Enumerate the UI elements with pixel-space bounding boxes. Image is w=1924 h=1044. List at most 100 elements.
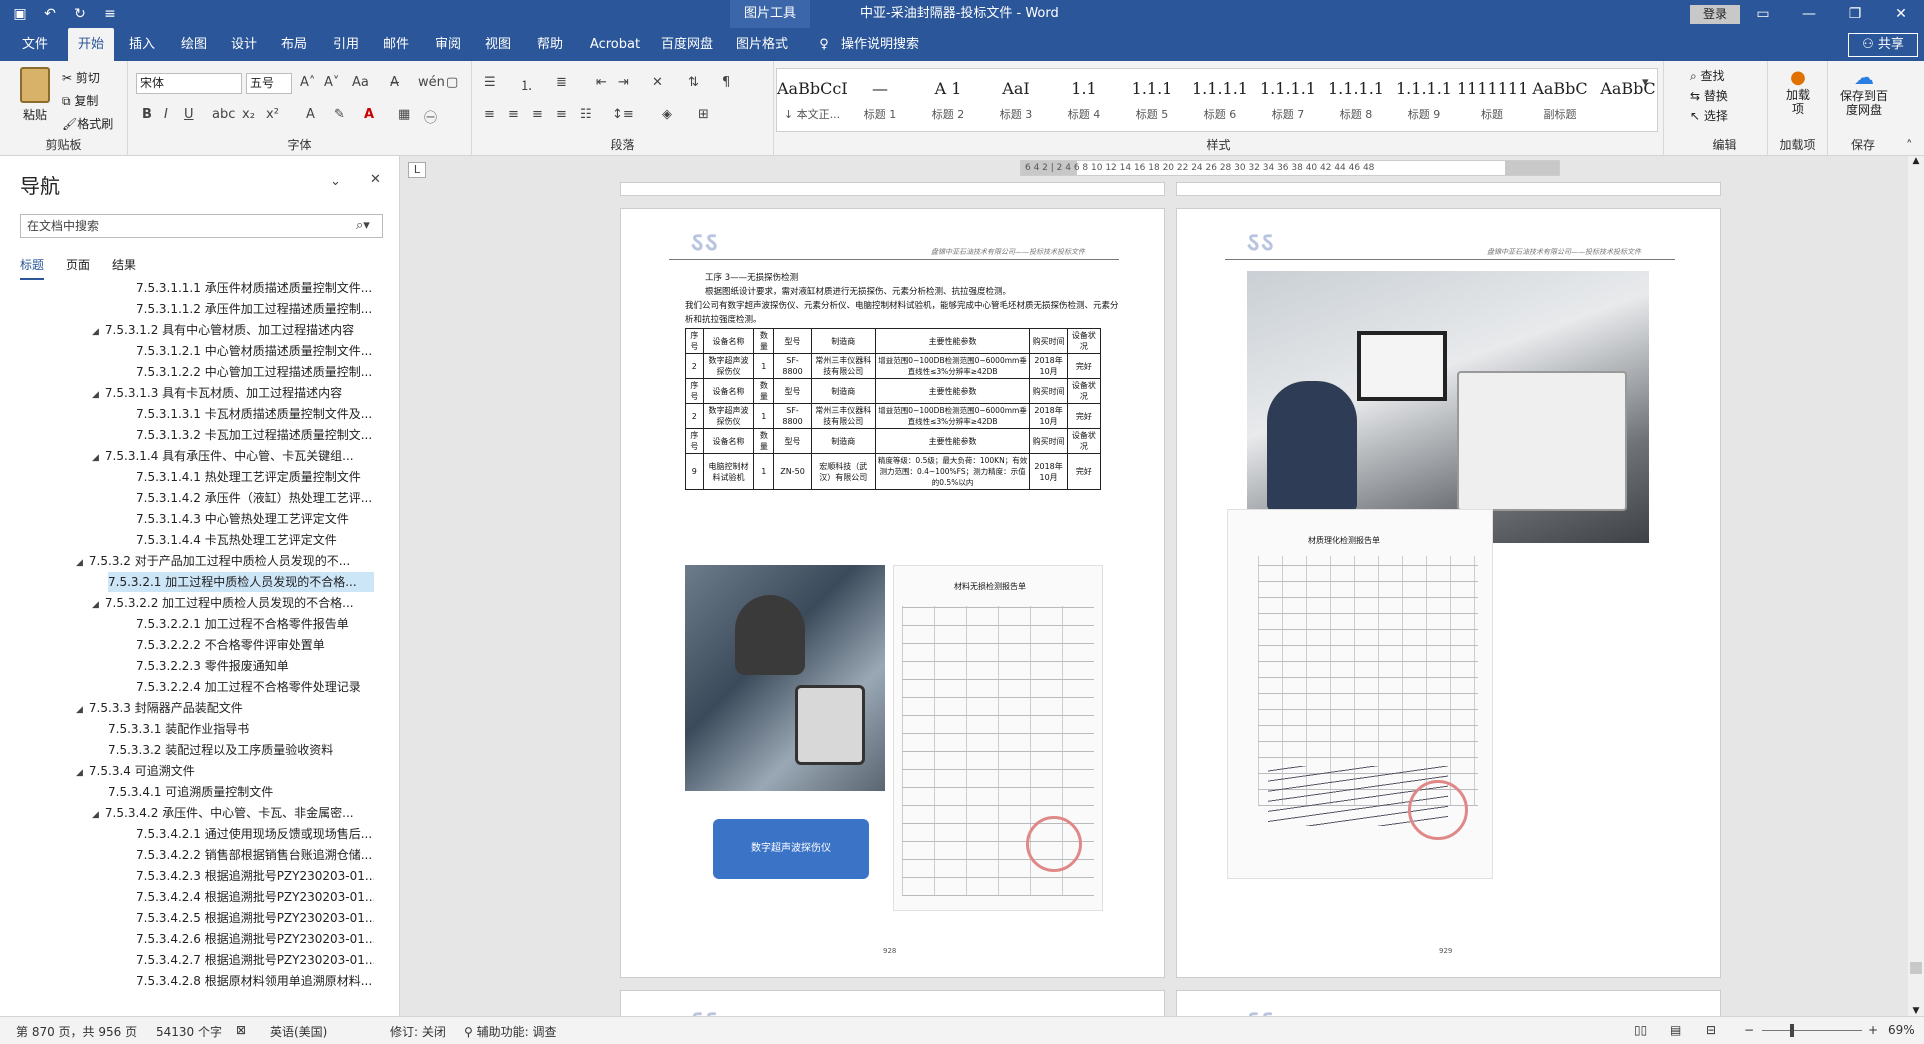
read-mode-icon[interactable]: ▯▯: [1634, 1023, 1647, 1037]
nav-tab-headings[interactable]: 标题: [20, 256, 45, 280]
superscript-icon[interactable]: x²: [266, 107, 279, 122]
select-button[interactable]: ↖ 选择: [1690, 107, 1728, 124]
nav-heading-item[interactable]: ◢ 7.5.3.3 封隔器产品装配文件: [76, 698, 374, 718]
style-item[interactable]: AaBbC: [1593, 69, 1663, 131]
nav-search-input[interactable]: 在文档中搜索: [20, 214, 383, 238]
nav-heading-item[interactable]: 7.5.3.2.2.3 零件报废通知单: [136, 656, 374, 676]
tab-insert[interactable]: 插入: [120, 28, 164, 61]
nav-heading-item[interactable]: 7.5.3.4.2.7 根据追溯批号PZY230203-01...: [136, 950, 374, 970]
tab-mailings[interactable]: 邮件: [374, 28, 418, 61]
underline-icon[interactable]: U: [184, 107, 194, 122]
save-baidu-button[interactable]: ☁ 保存到百度网盘: [1832, 65, 1896, 117]
nav-heading-item[interactable]: ◢ 7.5.3.4 可追溯文件: [76, 761, 374, 781]
font-name-select[interactable]: 宋体: [136, 73, 242, 94]
nav-heading-item[interactable]: 7.5.3.1.1.2 承压件加工过程描述质量控制...: [136, 299, 374, 319]
show-marks-icon[interactable]: ¶: [722, 75, 730, 90]
tab-home[interactable]: 开始: [68, 28, 114, 61]
highlight-icon[interactable]: ✎: [334, 107, 345, 122]
nav-heading-item[interactable]: 7.5.3.2.1 加工过程中质检人员发现的不合格...: [108, 572, 374, 592]
nav-heading-item[interactable]: 7.5.3.4.2.3 根据追溯批号PZY230203-01...: [136, 866, 374, 886]
collapse-ribbon-icon[interactable]: ˄: [1906, 139, 1913, 154]
nav-heading-item[interactable]: 7.5.3.4.1 可追溯质量控制文件: [108, 782, 374, 802]
increase-indent-icon[interactable]: ⇥: [618, 75, 629, 90]
page-929[interactable]: ऽऽ 盘锦中亚石油技术有限公司——投标技术投标文件 材质理化检测报告单 929: [1176, 208, 1721, 978]
search-icon[interactable]: ⌕▾: [356, 218, 370, 233]
enclosed-char-icon[interactable]: ㊀: [424, 107, 437, 126]
login-button[interactable]: 登录: [1690, 5, 1740, 24]
nav-heading-item[interactable]: ◢ 7.5.3.1.2 具有中心管材质、加工过程描述内容: [92, 320, 374, 340]
nav-heading-item[interactable]: ◢ 7.5.3.2.2 加工过程中质检人员发现的不合格...: [92, 593, 374, 613]
align-left-icon[interactable]: ≡: [484, 107, 495, 122]
multilevel-list-icon[interactable]: ≣: [556, 75, 567, 90]
proofing-icon[interactable]: ⊠: [236, 1023, 246, 1037]
style-item[interactable]: 1111111 标题: [1457, 69, 1527, 131]
tab-acrobat[interactable]: Acrobat: [582, 28, 648, 61]
bold-icon[interactable]: B: [142, 107, 152, 122]
tell-me-search[interactable]: 操作说明搜索: [838, 28, 922, 61]
print-layout-icon[interactable]: ▤: [1670, 1023, 1681, 1037]
collapse-triangle-icon[interactable]: ◢: [92, 327, 99, 337]
nav-heading-item[interactable]: 7.5.3.1.4.4 卡瓦热处理工艺评定文件: [136, 530, 374, 550]
nav-heading-item[interactable]: 7.5.3.4.2.2 销售部根据销售台账追溯仓储...: [136, 845, 374, 865]
line-spacing-icon[interactable]: ↕≡: [612, 107, 634, 122]
nav-heading-item[interactable]: 7.5.3.3.2 装配过程以及工序质量验收资料: [108, 740, 374, 760]
subscript-icon[interactable]: x₂: [242, 107, 255, 122]
nav-heading-item[interactable]: 7.5.3.4.2.8 根据原材料领用单追溯原材料...: [136, 971, 374, 991]
nav-tab-pages[interactable]: 页面: [66, 256, 90, 280]
ndt-report-scan[interactable]: 材料无损检测报告单: [893, 565, 1103, 911]
style-item[interactable]: AaBbC 副标题: [1525, 69, 1595, 131]
phonetic-guide-icon[interactable]: wén: [418, 75, 445, 90]
style-item[interactable]: 1.1.1.1 标题 9: [1389, 69, 1459, 131]
nav-heading-item[interactable]: ◢ 7.5.3.1.3 具有卡瓦材质、加工过程描述内容: [92, 383, 374, 403]
horizontal-ruler[interactable]: 6 4 2 | 2 4 6 8 10 12 14 16 18 20 22 24 …: [1020, 160, 1560, 176]
style-item[interactable]: 1.1.1.1 标题 8: [1321, 69, 1391, 131]
language[interactable]: 英语(美国): [270, 1023, 327, 1040]
style-item[interactable]: 1.1 标题 4: [1049, 69, 1119, 131]
tab-file[interactable]: 文件: [14, 28, 56, 61]
customize-qat-icon[interactable]: ≡: [100, 4, 120, 24]
collapse-triangle-icon[interactable]: ◢: [92, 453, 99, 463]
close-window-icon[interactable]: ✕: [1878, 0, 1924, 28]
nav-heading-item[interactable]: ◢ 7.5.3.2 对于产品加工过程中质检人员发现的不...: [76, 551, 374, 571]
callout-box[interactable]: 数字超声波探伤仪: [713, 819, 869, 879]
numbering-icon[interactable]: ⒈: [520, 75, 533, 94]
nav-heading-item[interactable]: 7.5.3.2.2.2 不合格零件评审处置单: [136, 635, 374, 655]
style-item[interactable]: AaBbCcDdI ↓ 本文正...: [777, 69, 847, 131]
distributed-icon[interactable]: ☷: [580, 107, 592, 122]
decrease-indent-icon[interactable]: ⇤: [596, 75, 607, 90]
find-button[interactable]: ⌕ 查找: [1690, 67, 1725, 84]
accessibility-status[interactable]: ⚲ 辅助功能: 调查: [464, 1023, 556, 1040]
restore-icon[interactable]: ❐: [1832, 0, 1878, 28]
zoom-level[interactable]: 69%: [1888, 1023, 1915, 1037]
nav-heading-item[interactable]: 7.5.3.1.4.2 承压件（液缸）热处理工艺评...: [136, 488, 374, 508]
redo-icon[interactable]: ↻: [70, 4, 90, 24]
word-count[interactable]: 54130 个字: [156, 1023, 222, 1040]
share-button[interactable]: ⚇ 共享: [1848, 33, 1918, 57]
strikethrough-icon[interactable]: abc: [212, 107, 235, 122]
zoom-slider-thumb[interactable]: [1790, 1024, 1794, 1037]
collapse-triangle-icon[interactable]: ◢: [92, 600, 99, 610]
tab-review[interactable]: 审阅: [426, 28, 470, 61]
scroll-down-icon[interactable]: ▼: [1908, 1006, 1924, 1016]
collapse-triangle-icon[interactable]: ◢: [92, 810, 99, 820]
ultrasonic-inspection-photo[interactable]: [685, 565, 885, 791]
style-item[interactable]: 1.1.1.1 标题 6: [1185, 69, 1255, 131]
zoom-out-icon[interactable]: −: [1744, 1023, 1754, 1037]
nav-heading-item[interactable]: 7.5.3.2.2.4 加工过程不合格零件处理记录: [136, 677, 374, 697]
scroll-thumb[interactable]: [1910, 962, 1922, 974]
close-nav-icon[interactable]: ✕: [370, 172, 381, 187]
tab-layout[interactable]: 布局: [272, 28, 316, 61]
replace-button[interactable]: ⇆ 替换: [1690, 87, 1728, 104]
nav-heading-item[interactable]: 7.5.3.1.2.2 中心管加工过程描述质量控制...: [136, 362, 374, 382]
page-928[interactable]: ऽऽ 盘锦中亚石油技术有限公司——投标技术投标文件 工序 3——无损探伤检测 根…: [620, 208, 1165, 978]
font-size-select[interactable]: 五号: [246, 73, 292, 94]
nav-heading-item[interactable]: 7.5.3.4.2.4 根据追溯批号PZY230203-01...: [136, 887, 374, 907]
nav-heading-item[interactable]: 7.5.3.4.2.1 通过使用现场反馈或现场售后...: [136, 824, 374, 844]
save-icon[interactable]: ▣: [10, 4, 30, 24]
borders-icon[interactable]: ⊞: [698, 107, 709, 122]
undo-icon[interactable]: ↶: [40, 4, 60, 24]
zoom-in-icon[interactable]: +: [1868, 1023, 1878, 1037]
style-item[interactable]: AaI 标题 3: [981, 69, 1051, 131]
web-layout-icon[interactable]: ⊟: [1706, 1023, 1716, 1037]
nav-options-icon[interactable]: ⌄: [330, 174, 341, 189]
